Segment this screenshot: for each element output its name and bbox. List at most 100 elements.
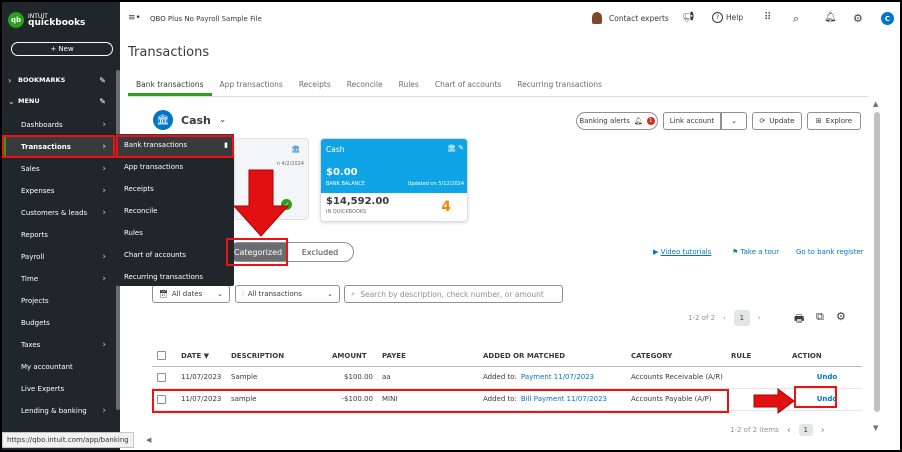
chevron-right-icon: › [102, 406, 106, 416]
explore-button[interactable]: ⊞ Explore [807, 112, 861, 130]
row-checkbox[interactable] [157, 372, 166, 382]
sidebar-item-budgets[interactable]: Budgets [2, 312, 116, 334]
tab-rules[interactable]: Rules [391, 76, 427, 96]
bell-icon: 🔔︎ [633, 117, 643, 125]
menu-section[interactable]: ⌄ MENU ✎ [2, 92, 116, 110]
flyout-item-receipts[interactable]: Receipts [116, 178, 234, 200]
scroll-left-arrow-icon[interactable]: ◀ [146, 436, 151, 444]
sidebar-item-expenses[interactable]: Expenses › [2, 180, 116, 202]
sidebar-item-transactions[interactable]: Transactions › [2, 136, 116, 158]
bookmarks-section[interactable]: › BOOKMARKS ✎ [2, 71, 116, 89]
sidebar-item-live-experts[interactable]: Live Experts [2, 378, 116, 400]
cell-rule [726, 366, 787, 389]
col-rule[interactable]: RULE [726, 346, 787, 367]
added-prefix: Added to: [483, 373, 517, 381]
pencil-icon[interactable]: ✎ [99, 97, 106, 106]
link-account-button[interactable]: Link account [663, 112, 721, 130]
banking-alerts-button[interactable]: Banking alerts 🔔︎ 1 [576, 112, 658, 130]
scroll-down-arrow-icon[interactable]: ▼ [873, 424, 878, 432]
sidebar-item-taxes[interactable]: Taxes › [2, 334, 116, 356]
next-page-icon[interactable]: › [758, 314, 761, 322]
sidebar-item-my-accountant[interactable]: My accountant [2, 356, 116, 378]
col-payee[interactable]: PAYEE [377, 346, 478, 367]
matched-transaction-link[interactable]: Payment 11/07/2023 [521, 373, 594, 381]
col-added-or-matched[interactable]: ADDED OR MATCHED [478, 346, 626, 367]
next-page-icon[interactable]: › [821, 425, 825, 436]
flyout-item-recurring-transactions[interactable]: Recurring transactions [116, 266, 234, 288]
chevron-right-icon: › [102, 120, 106, 130]
scroll-up-arrow-icon[interactable]: ▲ [873, 100, 878, 108]
apps-grid-icon[interactable]: ⠿ [764, 12, 771, 23]
user-avatar[interactable]: C [881, 12, 894, 25]
tab-receipts[interactable]: Receipts [291, 76, 339, 96]
transaction-type-dropdown[interactable]: ⫶ All transactions ⌄ [235, 285, 340, 303]
print-icon[interactable]: 🖶︎ [794, 310, 804, 329]
undo-button[interactable]: Undo [817, 395, 838, 403]
sidebar-item-label: Transactions [21, 143, 71, 151]
sidebar-item-payroll[interactable]: Payroll › [2, 246, 116, 268]
sidebar-item-dashboards[interactable]: Dashboards › [2, 114, 116, 136]
tab-chart-of-accounts[interactable]: Chart of accounts [427, 76, 509, 96]
sidebar-item-lending-banking[interactable]: Lending & banking › [2, 400, 116, 422]
cell-added-or-matched: Added to: Bill Payment 11/07/2023 [478, 388, 626, 411]
col-date[interactable]: DATE ▼ [176, 346, 226, 367]
bookmark-icon[interactable]: ▮ [224, 141, 228, 149]
flyout-item-rules[interactable]: Rules [116, 222, 234, 244]
col-description[interactable]: DESCRIPTION [226, 346, 327, 367]
tab-reconcile[interactable]: Reconcile [339, 76, 391, 96]
help-button[interactable]: ? Help [712, 12, 743, 23]
current-page[interactable]: 1 [733, 310, 750, 326]
flyout-item-reconcile[interactable]: Reconcile [116, 200, 234, 222]
account-selector[interactable]: 🏛︎ Cash ⌄ [153, 110, 226, 130]
select-all-checkbox[interactable] [157, 351, 166, 361]
contact-experts-link[interactable]: Contact experts [592, 12, 669, 24]
sidebar-item-projects[interactable]: Projects [2, 290, 116, 312]
settings-gear-icon[interactable]: ⚙ [853, 12, 863, 25]
undo-button[interactable]: Undo [817, 373, 838, 381]
cell-category: Accounts Receivable (A/R) [626, 366, 726, 389]
refresh-icon: ⟳ [759, 117, 766, 125]
table-settings-gear-icon[interactable]: ⚙ [836, 310, 846, 323]
go-to-bank-register-link[interactable]: Go to bank register [796, 248, 864, 256]
main-scrollbar[interactable] [874, 112, 880, 412]
tab-app-transactions[interactable]: App transactions [212, 76, 291, 96]
export-icon[interactable]: ⧉ [816, 310, 824, 324]
quickbooks-logo[interactable]: qb INTUIT quickbooks [8, 12, 85, 28]
link-account-dropdown[interactable]: ⌄ [721, 112, 747, 130]
matched-transaction-link[interactable]: Bill Payment 11/07/2023 [521, 395, 607, 403]
sidebar-item-customers-leads[interactable]: Customers & leads › [2, 202, 116, 224]
video-tutorials-link[interactable]: ▶︎ Video tutorials [653, 248, 711, 256]
row-checkbox[interactable] [157, 394, 166, 404]
col-category[interactable]: CATEGORY [626, 346, 726, 367]
flyout-item-bank-transactions[interactable]: Bank transactions ▮ [116, 134, 234, 156]
new-button[interactable]: + New [11, 42, 113, 56]
cell-date: 11/07/2023 [176, 366, 226, 389]
table-row[interactable]: 11/07/2023 Sample $100.00 aa Added to: Paymen… [152, 366, 862, 389]
tab-bank-transactions[interactable]: Bank transactions [128, 76, 212, 96]
sidebar-item-label: Lending & banking [21, 407, 87, 415]
tab-recurring-transactions[interactable]: Recurring transactions [509, 76, 610, 96]
search-placeholder: Search by description, check number, or … [360, 289, 544, 299]
col-amount[interactable]: AMOUNT [327, 346, 377, 367]
pencil-icon[interactable]: ✎ [99, 76, 106, 85]
notification-bell-icon[interactable]: 🔔︎ [824, 12, 837, 23]
sidebar-item-reports[interactable]: Reports [2, 224, 116, 246]
excluded-tab[interactable]: Excluded [287, 248, 353, 257]
flyout-item-chart-of-accounts[interactable]: Chart of accounts [116, 244, 234, 266]
prev-page-icon[interactable]: ‹ [723, 314, 726, 322]
sidebar-item-time[interactable]: Time › [2, 268, 116, 290]
take-a-tour-link[interactable]: ⚑ Take a tour [732, 248, 779, 256]
bottom-pagination: 1-2 of 2 items ‹ 1 › [730, 424, 825, 436]
megaphone-icon[interactable]: 📢︎ [682, 12, 695, 23]
sidebar-item-sales[interactable]: Sales › [2, 158, 116, 180]
search-input[interactable]: ⌕ Search by description, check number, or… [344, 285, 563, 303]
bottom-current-page[interactable]: 1 [798, 424, 813, 436]
menu-toggle-icon[interactable]: ≡• [128, 13, 141, 23]
prev-page-icon[interactable]: ‹ [787, 425, 791, 436]
search-icon[interactable]: ⌕ [793, 12, 799, 26]
flyout-item-app-transactions[interactable]: App transactions [116, 156, 234, 178]
update-button[interactable]: ⟳ Update [752, 112, 802, 130]
card-edit-icons[interactable]: 🏛︎ ✎ [447, 144, 464, 152]
categorized-tab[interactable]: Categorized [229, 243, 287, 261]
cash-account-card[interactable]: Cash 🏛︎ ✎ $0.00 BANK BALANCE Updated on … [320, 138, 468, 222]
